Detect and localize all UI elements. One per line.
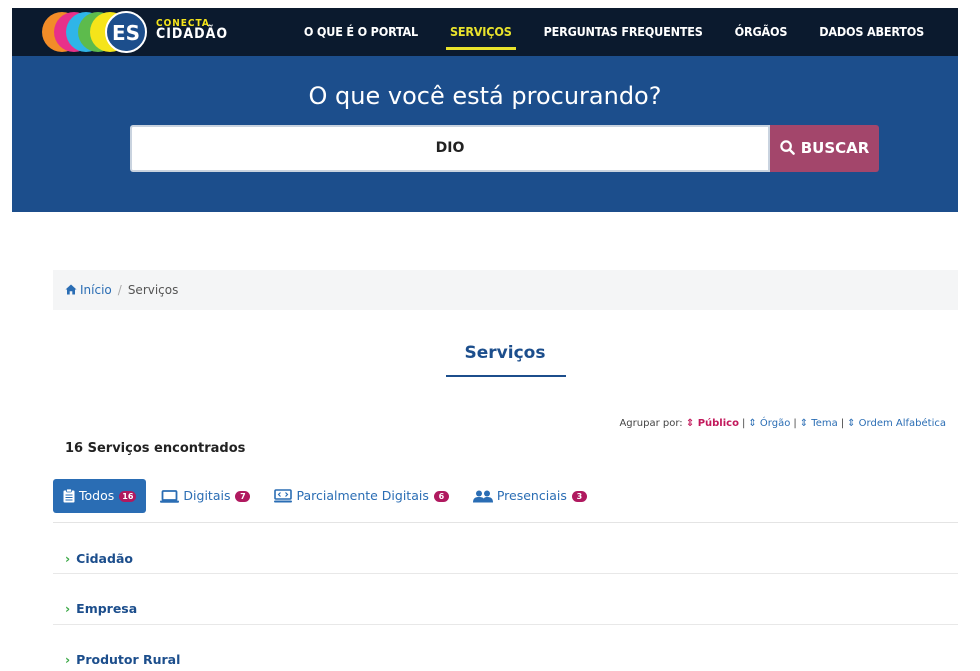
search-input[interactable]: DIO [130,125,770,172]
category-produtor-rural[interactable]: › Produtor Rural [65,652,180,667]
hero-title: O que você está procurando? [308,82,662,110]
monitor-code-icon [274,489,293,503]
group-by-orgao-label: Órgão [759,418,791,429]
logo-line2: CIDADÃO [156,26,229,42]
search-button-label: BUSCAR [800,139,870,157]
users-icon [472,490,493,502]
category-cidadao[interactable]: › Cidadão [65,551,133,566]
chevron-right-icon: › [65,601,71,616]
category-divider [53,624,958,625]
page-title: Serviços [464,343,546,363]
results-count: 16 Serviços encontrados [65,441,246,456]
nav-servicos[interactable]: SERVIÇOS [434,8,528,56]
group-by-publico[interactable]: ⇕ Público [686,418,739,429]
logo-badge: ES [112,21,140,45]
chevron-right-icon: › [65,652,71,667]
group-by-orgao[interactable]: ⇕ Órgão [748,418,790,429]
tab-todos-count: 16 [119,490,137,502]
group-by-tema[interactable]: ⇕ Tema [800,418,838,429]
tab-digitais-label: Digitais [183,488,231,503]
breadcrumb-home-label: Início [80,283,112,297]
category-empresa[interactable]: › Empresa [65,601,137,616]
sort-icon: ⇕ [847,418,856,429]
nav-perguntas-frequentes[interactable]: PERGUNTAS FREQUENTES [528,8,719,56]
breadcrumb: Início / Serviços [53,270,958,310]
tab-parcialmente-digitais-count: 6 [433,490,449,502]
group-by-bar: Agrupar por: ⇕ Público | ⇕ Órgão | ⇕ Tema | ⇕ … [619,418,946,429]
tab-todos[interactable]: Todos 16 [53,479,147,513]
group-by-label: Agrupar por: [619,418,683,429]
category-cidadao-label: Cidadão [76,551,133,566]
tab-presenciais-count: 3 [571,490,587,502]
tabs-divider [53,522,958,523]
breadcrumb-home[interactable]: Início [65,283,112,297]
nav-orgaos[interactable]: ÓRGÃOS [719,8,804,56]
logo-circles-icon: ES [42,11,147,53]
category-empresa-label: Empresa [76,601,138,616]
sort-icon: ⇕ [685,418,695,429]
tab-digitais-count: 7 [235,490,251,502]
logo-wordmark: CONECTA CIDADÃO [156,18,229,42]
search-button[interactable]: BUSCAR [770,125,879,172]
breadcrumb-current: Serviços [127,283,179,297]
tab-digitais[interactable]: Digitais 7 [150,479,260,513]
category-produtor-rural-label: Produtor Rural [76,652,181,667]
main-nav: O QUE É O PORTAL SERVIÇOS PERGUNTAS FREQ… [288,8,940,56]
chevron-right-icon: › [65,551,71,566]
category-divider [53,573,958,574]
group-by-tema-label: Tema [811,418,838,429]
tab-parcialmente-digitais[interactable]: Parcialmente Digitais 6 [264,479,458,513]
divider: | [840,418,845,429]
group-by-alfabetica-label: Ordem Alfabética [858,418,946,429]
title-underline [446,375,566,377]
sort-icon: ⇕ [748,418,757,429]
group-by-alfabetica[interactable]: ⇕ Ordem Alfabética [847,418,946,429]
laptop-icon [160,489,180,503]
tab-presenciais-label: Presenciais [496,488,567,503]
search-hero: O que você está procurando? DIO BUSCAR [12,56,958,212]
search-icon [779,140,795,155]
nav-dados-abertos[interactable]: DADOS ABERTOS [803,8,940,56]
top-navbar: ES CONECTA CIDADÃO O QUE É O PORTAL SERV… [12,8,958,56]
divider: | [741,418,746,429]
group-by-publico-label: Público [697,418,739,429]
tab-todos-label: Todos [79,488,115,503]
service-type-tabs: Todos 16 Digitais 7 Parcialmente Digitais 6… [53,479,601,513]
divider: | [793,418,797,429]
conecta-cidadao-logo[interactable]: ES CONECTA CIDADÃO [40,10,227,54]
tab-presenciais[interactable]: Presenciais 3 [463,479,597,513]
tab-parcialmente-digitais-label: Parcialmente Digitais [296,488,429,503]
clipboard-icon [63,489,75,503]
nav-o-que-e-o-portal[interactable]: O QUE É O PORTAL [288,8,434,56]
home-icon [65,284,77,295]
breadcrumb-separator: / [117,283,122,297]
sort-icon: ⇕ [799,418,809,429]
